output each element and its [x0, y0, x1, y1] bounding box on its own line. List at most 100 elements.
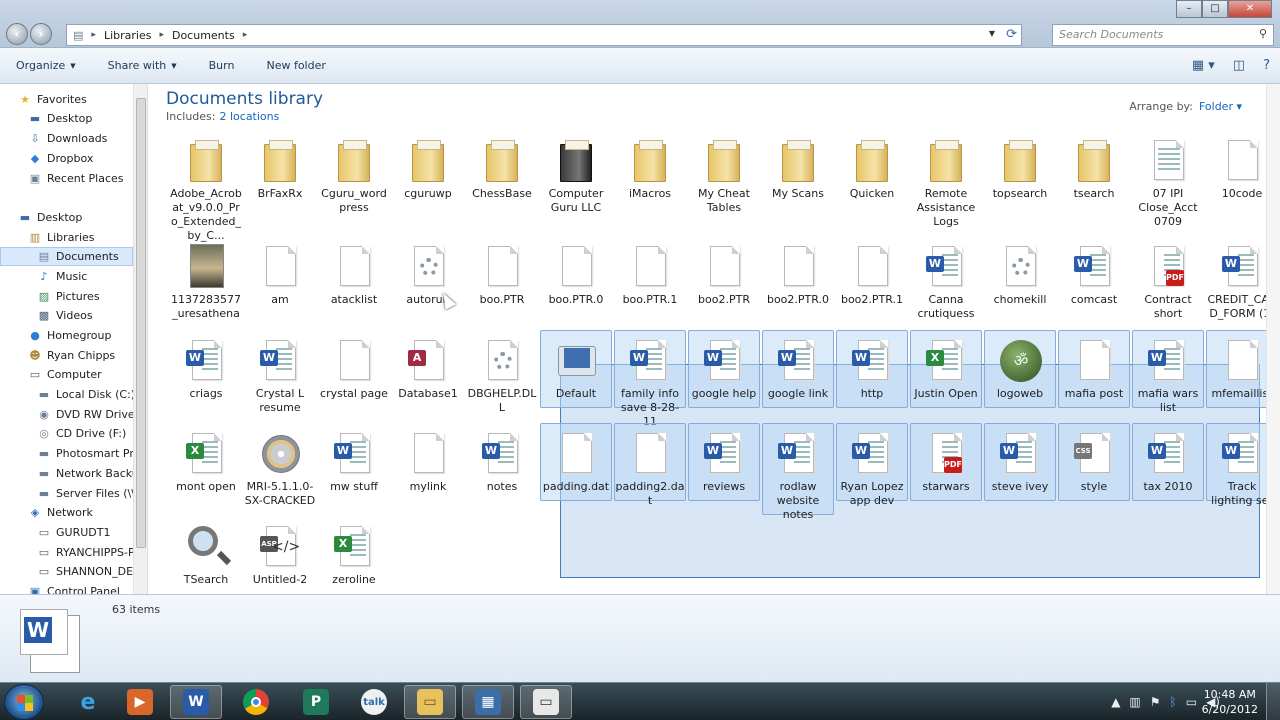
- file-item[interactable]: W Crystal L resume: [244, 338, 316, 415]
- nav-shannon[interactable]: ▭ SHANNON_DE: [37, 562, 147, 581]
- file-item[interactable]: W Ryan Lopez app dev: [836, 423, 908, 507]
- help-icon[interactable]: ?: [1263, 58, 1270, 73]
- file-item[interactable]: crystal page: [318, 338, 390, 401]
- file-item[interactable]: boo2.PTR: [688, 244, 760, 307]
- media-player-taskbar-button[interactable]: ▶: [114, 685, 166, 719]
- file-item[interactable]: iMacros: [614, 138, 686, 201]
- file-item[interactable]: ॐ logoweb: [984, 330, 1056, 408]
- nav-gurudt1[interactable]: ▭ GURUDT1: [37, 523, 147, 542]
- word-taskbar-button[interactable]: W: [170, 685, 222, 719]
- file-item[interactable]: boo.PTR.0: [540, 244, 612, 307]
- nav-downloads[interactable]: ⇩ Downloads: [28, 129, 147, 148]
- windows-explorer-taskbar-button[interactable]: ▭: [404, 685, 456, 719]
- chevron-down-icon[interactable]: ▼: [989, 29, 995, 38]
- google-talk-taskbar-button[interactable]: talk: [348, 685, 400, 719]
- nav-favorites[interactable]: ★ Favorites: [18, 90, 147, 109]
- file-item[interactable]: Wgoogle link: [762, 330, 834, 408]
- monitor-icon[interactable]: ▭: [1186, 695, 1197, 709]
- file-item[interactable]: DBGHELP.DLL: [466, 338, 538, 415]
- nav-server-files[interactable]: ▬ Server Files (\\C: [37, 484, 147, 503]
- file-item[interactable]: mylink: [392, 431, 464, 494]
- file-item[interactable]: 1137283577_uresathena: [170, 244, 242, 321]
- organize-button[interactable]: Organize ▼: [0, 59, 92, 72]
- nav-control-panel[interactable]: ▣ Control Panel: [28, 582, 147, 594]
- nav-scrollbar[interactable]: [133, 84, 147, 594]
- preview-pane-icon[interactable]: ◫: [1233, 58, 1245, 73]
- bluetooth-icon[interactable]: ᛒ: [1170, 695, 1177, 709]
- file-item[interactable]: boo.PTR.1: [614, 244, 686, 307]
- nav-libraries[interactable]: ▥ Libraries: [28, 228, 147, 247]
- action-center-icon[interactable]: ⚑: [1150, 695, 1161, 709]
- burn-button[interactable]: Burn: [193, 59, 251, 72]
- file-item[interactable]: padding.dat: [540, 423, 612, 501]
- nav-pictures[interactable]: ▨ Pictures: [37, 287, 147, 306]
- search-icon[interactable]: ⚲: [1259, 27, 1267, 40]
- file-item[interactable]: PDF starwars: [910, 423, 982, 501]
- nav-desktop-favorite[interactable]: ▬ Desktop: [28, 109, 147, 128]
- file-item[interactable]: autorun: [392, 244, 464, 307]
- file-item[interactable]: ChessBase: [466, 138, 538, 201]
- nav-computer[interactable]: ▭ Computer: [28, 365, 147, 384]
- file-item[interactable]: TSearch: [170, 524, 242, 587]
- nav-videos[interactable]: ▩ Videos: [37, 306, 147, 325]
- locations-link[interactable]: 2 locations: [219, 110, 279, 123]
- file-item[interactable]: boo2.PTR.1: [836, 244, 908, 307]
- clock[interactable]: 10:48 AM 6/20/2012: [1202, 687, 1258, 717]
- nav-network-backup[interactable]: ▬ Network Backu: [37, 464, 147, 483]
- refresh-icon[interactable]: ⟳: [1006, 27, 1017, 42]
- file-item[interactable]: Xzeroline: [318, 524, 390, 587]
- file-item[interactable]: Wfamily info save 8-28-11: [614, 330, 686, 428]
- file-item[interactable]: Computer Guru LLC: [540, 138, 612, 215]
- network-status-icon[interactable]: ▥: [1129, 695, 1140, 709]
- nav-music[interactable]: ♪ Music: [37, 267, 147, 286]
- nav-network[interactable]: ◈ Network: [28, 503, 147, 522]
- file-item[interactable]: Xmont open: [170, 431, 242, 494]
- file-item[interactable]: My Scans: [762, 138, 834, 201]
- file-item[interactable]: Default: [540, 330, 612, 408]
- nav-local-disk[interactable]: ▬ Local Disk (C:): [37, 385, 147, 404]
- file-item[interactable]: topsearch: [984, 138, 1056, 201]
- file-item[interactable]: 07 IPI Close_Acct 0709: [1132, 138, 1204, 229]
- nav-photosmart[interactable]: ▬ Photosmart Pre: [37, 444, 147, 463]
- chevron-right-icon[interactable]: ▸: [243, 30, 248, 40]
- share-with-button[interactable]: Share with ▼: [92, 59, 193, 72]
- file-item[interactable]: tsearch: [1058, 138, 1130, 201]
- file-item[interactable]: cguruwp: [392, 138, 464, 201]
- file-item[interactable]: chomekill: [984, 244, 1056, 307]
- nav-ryan-chipps[interactable]: ☻ Ryan Chipps: [28, 346, 147, 365]
- file-item[interactable]: Wmw stuff: [318, 431, 390, 494]
- nav-desktop[interactable]: ▬ Desktop: [18, 208, 147, 227]
- file-item[interactable]: Quicken: [836, 138, 908, 201]
- app-window-taskbar-button[interactable]: ▭: [520, 685, 572, 719]
- file-item[interactable]: Wsteve ivey: [984, 423, 1056, 501]
- nav-dvd-drive[interactable]: ◉ DVD RW Drive (: [37, 405, 147, 424]
- breadcrumb-libraries[interactable]: Libraries: [104, 29, 152, 42]
- file-item[interactable]: W Canna crutiquess: [910, 244, 982, 321]
- file-item[interactable]: Wcriags: [170, 338, 242, 401]
- file-item[interactable]: Wreviews: [688, 423, 760, 501]
- arrange-by-dropdown[interactable]: Folder ▾: [1199, 100, 1242, 113]
- file-item[interactable]: PDF Contract short: [1132, 244, 1204, 321]
- scrollbar-thumb[interactable]: [136, 98, 146, 548]
- nav-cd-drive[interactable]: ◎ CD Drive (F:): [37, 424, 147, 443]
- chevron-right-icon[interactable]: ▸: [159, 30, 164, 40]
- file-item[interactable]: Wnotes: [466, 431, 538, 494]
- file-item[interactable]: Cguru_wordpress: [318, 138, 390, 215]
- start-button[interactable]: [4, 684, 44, 720]
- file-item[interactable]: My Cheat Tables: [688, 138, 760, 215]
- internet-explorer-taskbar-button[interactable]: e: [62, 685, 114, 719]
- file-item[interactable]: Remote Assistance Logs: [910, 138, 982, 229]
- file-item[interactable]: X Justin Open: [910, 330, 982, 408]
- minimize-button[interactable]: –: [1176, 0, 1202, 18]
- file-item[interactable]: MRI-5.1.1.0-SX-CRACKED: [244, 431, 316, 508]
- chrome-taskbar-button[interactable]: [230, 685, 282, 719]
- show-desktop-button[interactable]: [1266, 683, 1280, 720]
- publisher-taskbar-button[interactable]: P: [290, 685, 342, 719]
- file-item[interactable]: BrFaxRx: [244, 138, 316, 201]
- remote-desktop-taskbar-button[interactable]: ▦: [462, 685, 514, 719]
- file-item[interactable]: boo.PTR: [466, 244, 538, 307]
- file-item[interactable]: boo2.PTR.0: [762, 244, 834, 307]
- file-item[interactable]: Wmafia wars list: [1132, 330, 1204, 414]
- file-item[interactable]: Wtax 2010: [1132, 423, 1204, 501]
- file-item[interactable]: Wgoogle help: [688, 330, 760, 408]
